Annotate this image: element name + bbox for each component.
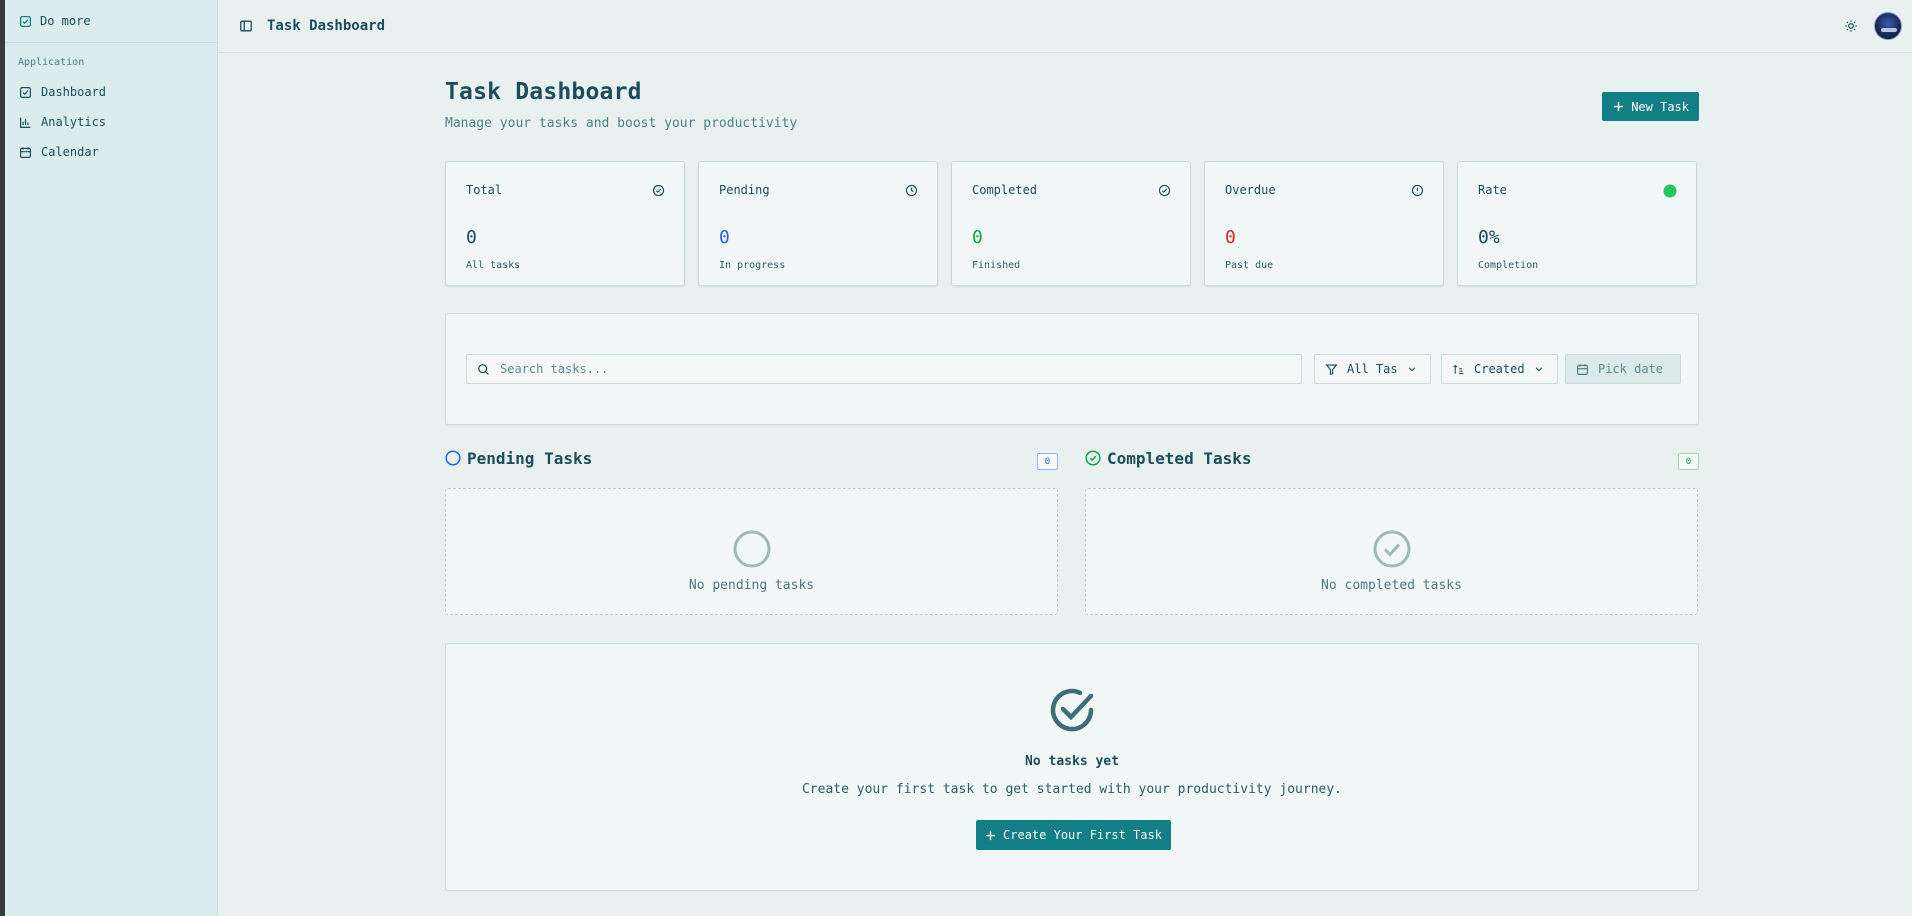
chevron-down-icon [1407,364,1417,374]
pending-column-header: Pending Tasks [445,448,592,468]
circle-icon [445,450,461,466]
empty-state-description: Create your first task to get started wi… [801,782,1343,797]
sort-value: Created [1474,362,1525,376]
check-square-icon [19,86,32,99]
stats-row: Total 0 All tasks Pending 0 In progress … [445,161,1699,286]
task-type-value: All Tas [1347,362,1398,376]
new-task-button[interactable]: New Task [1602,92,1699,121]
stat-label: Overdue [1225,183,1276,197]
check-circle-icon [652,184,665,197]
create-first-task-button[interactable]: Create Your First Task [976,820,1171,850]
check-circle-icon [1046,684,1098,736]
sidebar-item-label: Analytics [41,115,107,129]
alert-circle-icon [1411,184,1424,197]
check-square-icon [19,15,32,28]
circle-icon [732,529,772,569]
completed-count-badge: 0 [1678,453,1699,470]
topbar-title: Task Dashboard [267,18,386,34]
stat-card-rate: Rate 0% Completion [1457,161,1697,286]
date-picker-label: Pick date [1598,362,1664,376]
bar-chart-icon [19,116,32,129]
pending-count-badge: 0 [1037,453,1058,470]
empty-state-title: No tasks yet [1025,754,1119,769]
filter-icon [1325,363,1338,376]
plus-icon [985,830,996,841]
new-task-label: New Task [1631,99,1689,114]
check-circle-icon [1372,529,1412,569]
completed-empty-text: No completed tasks [1321,578,1462,593]
sidebar-group-label: Application [18,57,85,68]
create-first-task-label: Create Your First Task [1003,828,1162,842]
sidebar-item-dashboard[interactable]: Dashboard [5,77,217,107]
check-circle-icon [1085,450,1101,466]
stat-label: Rate [1478,183,1507,197]
completed-tasks-list: No completed tasks [1085,488,1698,615]
page-subtitle: Manage your tasks and boost your product… [445,116,798,131]
stat-caption: Finished [972,260,1021,271]
stat-label: Pending [719,183,770,197]
empty-state-card: No tasks yet Create your first task to g… [445,643,1699,891]
pending-column-title: Pending Tasks [467,448,593,468]
topbar: Task Dashboard [218,0,1912,53]
sort-icon [1452,363,1465,376]
status-dot-icon [1663,184,1677,198]
sort-select[interactable]: Created [1441,354,1558,384]
stat-value: 0 [1225,227,1236,248]
completed-column-title: Completed Tasks [1107,448,1252,468]
sun-icon[interactable] [1844,19,1858,33]
task-type-select[interactable]: All Tas [1314,354,1431,384]
sidebar-brand[interactable]: Do more [5,0,217,43]
stat-value: 0 [466,227,477,248]
completed-column-header: Completed Tasks [1085,448,1252,468]
sidebar-item-calendar[interactable]: Calendar [5,137,217,167]
stat-card-completed: Completed 0 Finished [951,161,1191,286]
main-area: Task Dashboard Task Dashboard Manage you… [218,0,1912,916]
stat-label: Total [466,183,503,197]
brand-label: Do more [40,14,91,28]
stat-card-pending: Pending 0 In progress [698,161,938,286]
stat-caption: All tasks [466,260,521,271]
stat-value: 0 [972,227,983,248]
filter-card: All Tas Created [445,313,1699,425]
date-picker-button[interactable]: Pick date [1565,354,1681,384]
sidebar-toggle-icon[interactable] [239,19,253,33]
stat-value: 0% [1478,227,1500,248]
stat-caption: In progress [719,260,786,271]
stat-caption: Completion [1478,260,1539,271]
stat-value: 0 [719,227,730,248]
sidebar: Do more Application Dashboard Analytics [5,0,218,916]
pending-tasks-list: No pending tasks [445,488,1058,615]
stat-card-total: Total 0 All tasks [445,161,685,286]
sidebar-item-label: Dashboard [41,85,107,99]
sidebar-item-analytics[interactable]: Analytics [5,107,217,137]
stat-caption: Past due [1225,260,1274,271]
page-title: Task Dashboard [445,79,642,105]
search-field[interactable] [466,354,1302,384]
clock-icon [905,184,918,197]
check-circle-icon [1158,184,1171,197]
search-input[interactable] [500,362,1280,376]
chevron-down-icon [1534,364,1544,374]
pending-empty-text: No pending tasks [688,578,815,593]
app-window: Do more Application Dashboard Analytics [5,0,1912,916]
plus-icon [1613,101,1624,112]
search-icon [477,363,490,376]
calendar-icon [1576,363,1589,376]
calendar-icon [19,146,32,159]
sidebar-item-label: Calendar [41,145,99,159]
stat-label: Completed [972,183,1038,197]
stat-card-overdue: Overdue 0 Past due [1204,161,1444,286]
avatar[interactable] [1874,12,1902,40]
